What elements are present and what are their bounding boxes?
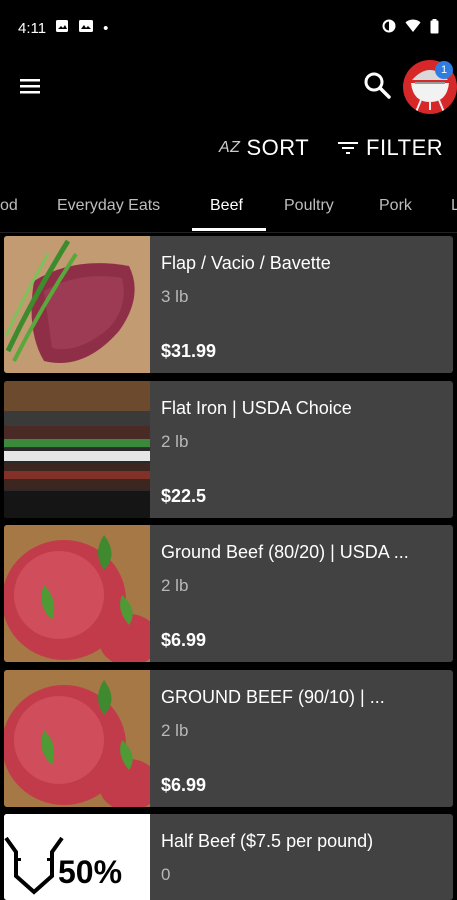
sort-filter-bar: AZ SORT FILTER	[0, 130, 457, 166]
product-weight: 0	[161, 865, 171, 884]
product-price: $6.99	[161, 630, 207, 650]
search-icon	[364, 72, 391, 99]
tab-seafood[interactable]: od	[0, 186, 18, 230]
product-image	[4, 525, 150, 662]
tab-lamb[interactable]: L	[451, 186, 457, 230]
product-weight: 2 lb	[161, 576, 189, 595]
wifi-icon	[405, 19, 421, 37]
tab-beef[interactable]: Beef	[210, 186, 243, 230]
product-weight: 2 lb	[161, 721, 189, 740]
filter-button[interactable]: FILTER	[338, 130, 443, 166]
tab-pork[interactable]: Pork	[379, 186, 412, 230]
product-name: Flat Iron | USDA Choice	[161, 398, 352, 418]
product-card[interactable]: 50% Half Beef ($7.5 per pound) 0	[4, 814, 453, 900]
cart-count-badge: 1	[435, 61, 453, 79]
status-time: 4:11	[18, 19, 47, 37]
product-name: Flap / Vacio / Bavette	[161, 253, 331, 273]
search-button[interactable]	[362, 70, 394, 102]
product-price: $31.99	[161, 341, 217, 361]
category-tabs: od Everyday Eats Beef Poultry Pork L	[0, 186, 457, 233]
product-price: $22.5	[161, 486, 207, 506]
tab-poultry[interactable]: Poultry	[284, 186, 334, 230]
battery-icon	[430, 18, 439, 38]
data-saver-icon	[382, 19, 396, 37]
active-tab-indicator	[192, 228, 266, 231]
status-left: 4:11 •	[18, 19, 108, 37]
product-image	[4, 236, 150, 373]
product-card[interactable]: Flat Iron | USDA Choice 2 lb $22.5	[4, 381, 453, 518]
filter-label: FILTER	[366, 135, 444, 160]
gallery-notification-icon	[78, 19, 94, 37]
product-image	[4, 670, 150, 807]
product-image-text: 50%	[58, 854, 123, 890]
sort-label: SORT	[246, 135, 310, 160]
product-weight: 2 lb	[161, 432, 189, 451]
product-name: Half Beef ($7.5 per pound)	[161, 831, 374, 851]
image-notification-icon	[55, 19, 69, 37]
product-card[interactable]: Flap / Vacio / Bavette 3 lb $31.99	[4, 236, 453, 373]
product-name: GROUND BEEF (90/10) | ...	[161, 687, 385, 707]
product-name: Ground Beef (80/20) | USDA ...	[161, 542, 409, 562]
status-right	[382, 18, 439, 38]
sort-button[interactable]: AZ SORT	[219, 130, 309, 166]
tab-everyday-eats[interactable]: Everyday Eats	[57, 186, 160, 230]
product-price: $6.99	[161, 775, 207, 795]
sort-az-icon: AZ	[219, 139, 241, 156]
product-image: 50%	[4, 814, 150, 900]
product-card[interactable]: Ground Beef (80/20) | USDA ... 2 lb $6.9…	[4, 525, 453, 662]
product-weight: 3 lb	[161, 287, 189, 306]
filter-icon	[338, 142, 358, 154]
status-bar: 4:11 •	[0, 0, 457, 56]
product-card[interactable]: GROUND BEEF (90/10) | ... 2 lb $6.99	[4, 670, 453, 807]
menu-button[interactable]	[18, 76, 46, 98]
status-dot: •	[103, 19, 109, 37]
app-bar	[0, 56, 457, 116]
hamburger-menu-icon	[20, 79, 40, 94]
product-image	[4, 381, 150, 518]
